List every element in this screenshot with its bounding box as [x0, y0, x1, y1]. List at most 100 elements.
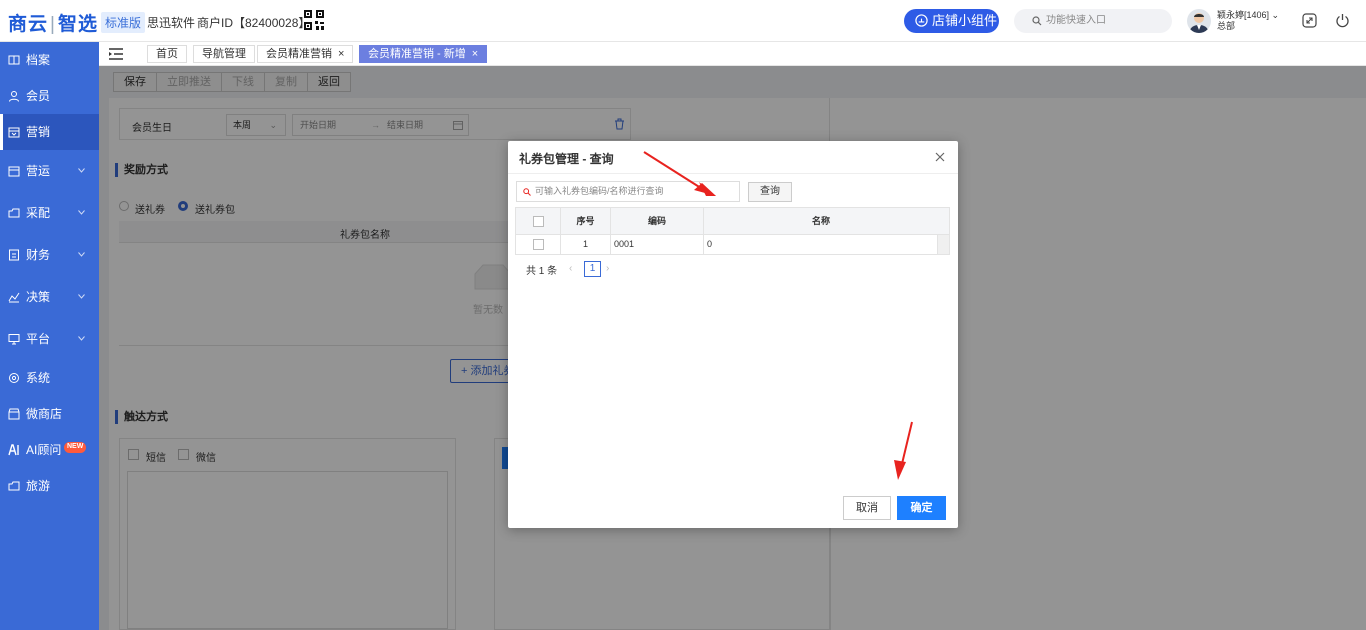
- search-icon: [1032, 16, 1042, 26]
- finance-icon: [9, 249, 19, 261]
- archive-icon: [8, 55, 20, 65]
- menu-collapse-icon[interactable]: [108, 47, 124, 61]
- user-avatar-icon: [1189, 13, 1209, 33]
- sidebar-item-operation[interactable]: 营运: [0, 153, 99, 189]
- tab-bar: 首页 导航管理 会员精准营销 × 会员精准营销 - 新增 ×: [99, 42, 1366, 66]
- prev-page-icon[interactable]: ‹: [569, 263, 572, 274]
- sidebar-item-label: 营运: [26, 164, 51, 178]
- chevron-down-icon: [78, 210, 85, 215]
- user-name: 颖永婷[1406]: [1217, 10, 1270, 20]
- tab-precision-marketing[interactable]: 会员精准营销 ×: [257, 45, 354, 63]
- sidebar-item-label: 平台: [26, 332, 51, 346]
- sidebar-item-label: 营销: [26, 125, 51, 139]
- ai-icon: [8, 444, 19, 456]
- package-search-placeholder: 可输入礼券包编码/名称进行查询: [535, 186, 664, 196]
- sidebar-item-label: 系统: [26, 371, 51, 385]
- sidebar-item-platform[interactable]: 平台: [0, 321, 99, 357]
- power-icon[interactable]: [1335, 13, 1350, 28]
- dialog-title: 礼券包管理 - 查询: [519, 152, 614, 166]
- marketing-icon: [8, 127, 20, 138]
- tab-label: 会员精准营销 - 新增: [368, 48, 466, 60]
- sidebar-item-travel[interactable]: 旅游: [0, 468, 99, 504]
- operation-icon: [8, 166, 20, 177]
- shop-widget-button[interactable]: 店铺小组件: [904, 9, 999, 33]
- sidebar: 档案 会员 营销 营运 采配 财务 决策 平台 系统 微商店 AI顾问 NEW …: [0, 42, 99, 630]
- name-column: 名称: [811, 216, 830, 226]
- sidebar-item-label: 档案: [26, 53, 51, 67]
- confirm-button[interactable]: 确定: [897, 496, 946, 520]
- tab-label: 导航管理: [202, 48, 246, 60]
- fullscreen-icon[interactable]: [1302, 13, 1317, 28]
- user-menu[interactable]: 颖永婷[1406] ⌄ 总部: [1217, 10, 1279, 32]
- top-bar: 商云 | 智选 标准版 思迅软件 商户ID【82400028】 店铺小组件 功能快速…: [0, 0, 1366, 42]
- sidebar-item-purchase[interactable]: 采配: [0, 195, 99, 231]
- close-icon[interactable]: [935, 152, 945, 162]
- sidebar-item-member[interactable]: 会员: [0, 78, 99, 114]
- tab-navigation[interactable]: 导航管理: [193, 45, 255, 63]
- decision-icon: [8, 292, 20, 303]
- chevron-down-icon: [78, 336, 85, 341]
- platform-icon: [8, 334, 20, 345]
- sidebar-item-label: 会员: [26, 89, 51, 103]
- avatar[interactable]: [1187, 9, 1211, 33]
- page-number-button[interactable]: 1: [584, 261, 601, 277]
- search-icon: [523, 188, 531, 196]
- quick-search-placeholder: 功能快速入口: [1046, 15, 1106, 26]
- sidebar-item-finance[interactable]: 财务: [0, 237, 99, 273]
- coupon-package-dialog: 礼券包管理 - 查询 可输入礼券包编码/名称进行查询 查询 序号 编码 名称 1…: [508, 141, 958, 528]
- chevron-down-icon: ⌄: [1271, 10, 1280, 20]
- sidebar-item-ai[interactable]: AI顾问 NEW: [0, 432, 99, 468]
- merchant-id: 商户ID【82400028】: [197, 16, 311, 30]
- travel-icon: [8, 481, 20, 491]
- qr-code-icon[interactable]: [304, 10, 324, 30]
- scrollbar[interactable]: [938, 235, 949, 254]
- brand-logo[interactable]: 商云 | 智选: [8, 9, 98, 36]
- package-search-input[interactable]: 可输入礼券包编码/名称进行查询: [516, 181, 740, 202]
- query-button[interactable]: 查询: [748, 182, 792, 202]
- total-count: 共 1 条: [526, 266, 558, 277]
- grid-header: 序号 编码 名称: [516, 208, 949, 235]
- sidebar-item-archive[interactable]: 档案: [0, 42, 99, 78]
- row-name: 0: [704, 235, 938, 254]
- package-grid: 序号 编码 名称 1 0001 0: [515, 207, 950, 255]
- row-index: 1: [561, 235, 611, 254]
- system-icon: [9, 373, 19, 383]
- code-column: 编码: [611, 208, 704, 234]
- sidebar-item-label: 财务: [26, 248, 51, 262]
- dialog-divider: [508, 173, 958, 174]
- purchase-icon: [8, 208, 20, 218]
- tab-label: 会员精准营销: [266, 48, 332, 60]
- tab-precision-marketing-new[interactable]: 会员精准营销 - 新增 ×: [359, 45, 488, 63]
- edition-badge: 标准版: [101, 12, 146, 33]
- chevron-down-icon: [78, 294, 85, 299]
- sidebar-item-decision[interactable]: 决策: [0, 279, 99, 315]
- row-code: 0001: [611, 235, 704, 254]
- row-select-cell: [516, 235, 561, 254]
- close-icon[interactable]: ×: [472, 48, 478, 60]
- tab-home[interactable]: 首页: [147, 45, 187, 63]
- select-all-cell: [516, 208, 561, 234]
- row-checkbox[interactable]: [533, 239, 544, 250]
- sidebar-item-label: 旅游: [26, 479, 51, 493]
- chevron-down-icon: [78, 168, 85, 173]
- chevron-down-icon: [78, 252, 85, 257]
- logo-text-left: 商云: [8, 14, 49, 35]
- tab-label: 首页: [156, 48, 178, 60]
- sidebar-item-marketing[interactable]: 营销: [0, 114, 99, 150]
- table-row[interactable]: 1 0001 0: [516, 235, 949, 254]
- sidebar-item-shop[interactable]: 微商店: [0, 396, 99, 432]
- shop-icon: [8, 408, 20, 420]
- cancel-button[interactable]: 取消: [843, 496, 891, 520]
- logo-text-right: 智选: [57, 14, 98, 35]
- index-column: 序号: [561, 208, 611, 234]
- close-icon[interactable]: ×: [338, 48, 344, 60]
- quick-search-input[interactable]: 功能快速入口: [1014, 9, 1172, 33]
- sidebar-item-system[interactable]: 系统: [0, 360, 99, 396]
- new-badge: NEW: [64, 442, 87, 453]
- sidebar-item-label: 采配: [26, 206, 51, 220]
- next-page-icon[interactable]: ›: [606, 263, 609, 274]
- user-dept: 总部: [1217, 21, 1236, 31]
- sidebar-item-label: AI顾问: [26, 443, 62, 457]
- select-all-checkbox[interactable]: [533, 216, 544, 227]
- user-icon: [9, 91, 19, 102]
